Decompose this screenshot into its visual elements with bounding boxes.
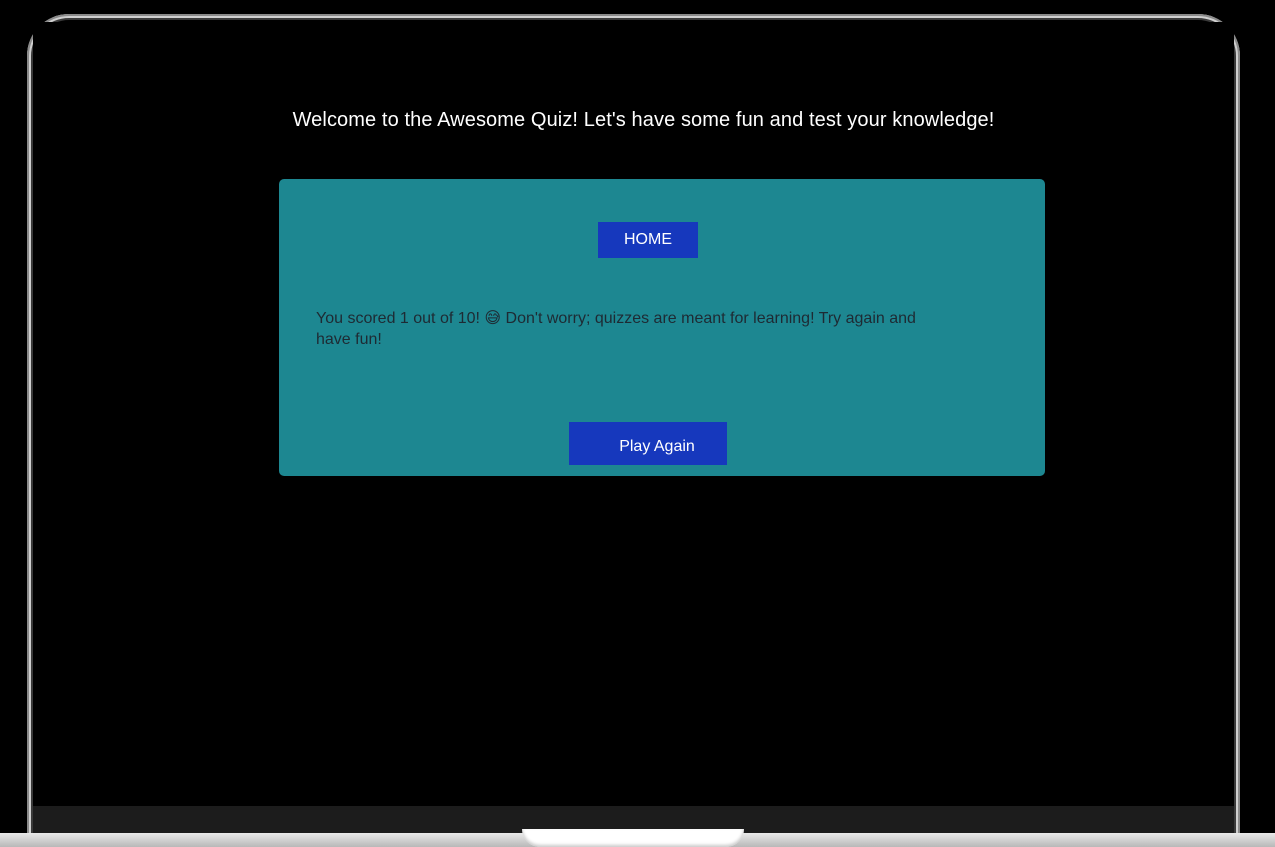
play-again-button[interactable]: Play Again — [569, 422, 727, 465]
laptop-mockup: Welcome to the Awesome Quiz! Let's have … — [0, 0, 1275, 847]
welcome-heading: Welcome to the Awesome Quiz! Let's have … — [292, 109, 995, 131]
home-button[interactable]: HOME — [598, 222, 698, 258]
quiz-result-card: HOME You scored 1 out of 10! 😅 Don't wor… — [279, 179, 1045, 476]
score-message: You scored 1 out of 10! 😅 Don't worry; q… — [316, 310, 916, 348]
laptop-notch — [522, 829, 744, 847]
